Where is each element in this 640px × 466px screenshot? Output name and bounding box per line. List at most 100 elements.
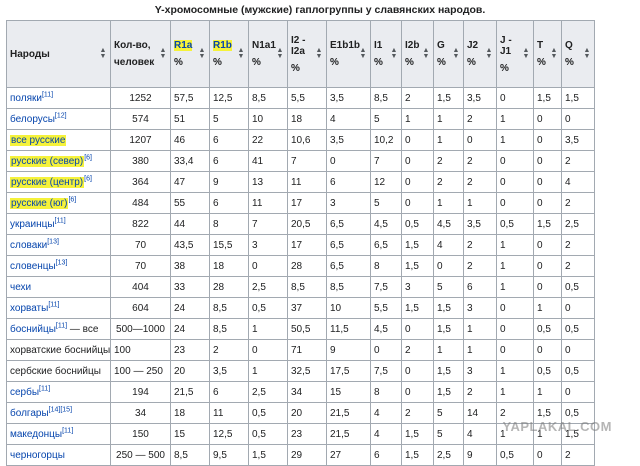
column-header-2[interactable]: R1a% ▲ ▼ <box>170 20 210 88</box>
percent-cell: 2 <box>463 171 497 193</box>
percent-cell: 2,5 <box>561 213 595 235</box>
column-header-12[interactable]: T% ▲ ▼ <box>533 20 562 88</box>
percent-cell: 6,5 <box>370 234 402 256</box>
column-header-9[interactable]: G% ▲ ▼ <box>433 20 464 88</box>
people-link[interactable]: русские (центр) <box>10 176 85 188</box>
reference-link[interactable]: [6] <box>84 154 92 161</box>
table-row: белорусы[12] 574 51 5 10 18 4 5 1 1 2 1 0 0 <box>6 108 595 130</box>
people-link[interactable]: боснийцы <box>10 324 56 335</box>
reference-link[interactable]: [11] <box>48 301 59 308</box>
percent-cell: 2 <box>463 255 497 277</box>
people-link[interactable]: македонцы <box>10 429 62 440</box>
column-header-title: I1 <box>374 40 383 51</box>
column-header-10[interactable]: J2% ▲ ▼ <box>463 20 497 88</box>
haplogroup-table: Народы ▲ ▼ Кол-во, человек ▲ ▼ R1a% ▲ ▼ R1b% ▲ ▼… <box>6 20 595 466</box>
column-header-8[interactable]: I2b% ▲ ▼ <box>401 20 434 88</box>
reference-link[interactable]: [11] <box>56 322 67 329</box>
percent-cell: 20 <box>287 402 327 424</box>
people-link[interactable]: словаки <box>10 240 47 251</box>
percent-cell: 4,5 <box>433 213 464 235</box>
reference-link[interactable]: [11] <box>42 91 53 98</box>
percent-cell: 2 <box>561 150 595 172</box>
people-name-cell: все русские <box>6 129 111 151</box>
sort-arrows-icon[interactable]: ▲ ▼ <box>315 47 323 60</box>
sort-arrows-icon[interactable]: ▲ ▼ <box>522 47 530 60</box>
percent-cell: 1,5 <box>433 87 464 109</box>
people-link[interactable]: чехи <box>10 282 31 293</box>
column-header-5[interactable]: I2 - I2a% ▲ ▼ <box>287 20 327 88</box>
people-link[interactable]: русские (юг) <box>10 197 69 209</box>
people-link[interactable]: белорусы <box>10 114 55 125</box>
sort-arrows-icon[interactable]: ▲ ▼ <box>422 47 430 60</box>
column-header-13[interactable]: Q% ▲ ▼ <box>561 20 595 88</box>
reference-link[interactable]: [6] <box>84 175 92 182</box>
percent-cell: 4 <box>370 402 402 424</box>
reference-link[interactable]: [13] <box>47 238 59 245</box>
percent-cell: 1,5 <box>433 360 464 382</box>
reference-link[interactable]: [13] <box>56 259 68 266</box>
percent-cell: 3 <box>401 276 434 298</box>
reference-link[interactable]: [11] <box>55 217 66 224</box>
people-link[interactable]: сербы <box>10 387 39 398</box>
sort-arrows-icon[interactable]: ▲ ▼ <box>159 47 167 60</box>
percent-cell: 5,5 <box>370 297 402 319</box>
column-header-4[interactable]: N1a1% ▲ ▼ <box>248 20 288 88</box>
column-header-11[interactable]: J - J1% ▲ ▼ <box>496 20 534 88</box>
percent-cell: 1,5 <box>433 318 464 340</box>
count-cell: 194 <box>110 381 171 403</box>
people-link[interactable]: русские (север) <box>10 155 85 167</box>
sort-arrows-icon[interactable]: ▲ ▼ <box>237 47 245 60</box>
column-header-1[interactable]: Кол-во, человек ▲ ▼ <box>110 20 171 88</box>
people-link[interactable]: болгары <box>10 408 49 419</box>
percent-cell: 1 <box>496 108 534 130</box>
reference-link[interactable]: [12] <box>55 112 67 119</box>
reference-link[interactable]: [11] <box>39 385 50 392</box>
column-header-unit: % <box>565 57 574 68</box>
percent-cell: 11,5 <box>326 318 371 340</box>
percent-cell: 2 <box>463 381 497 403</box>
sort-arrows-icon[interactable]: ▲ ▼ <box>359 47 367 60</box>
column-header-6[interactable]: E1b1b% ▲ ▼ <box>326 20 371 88</box>
table-row: словенцы[13] 70 38 18 0 28 6,5 8 1,5 0 2 1 0 2 <box>6 255 595 277</box>
people-link[interactable]: украинцы <box>10 219 55 230</box>
column-header-3[interactable]: R1b% ▲ ▼ <box>209 20 249 88</box>
column-header-unit: человек <box>114 57 155 68</box>
people-link[interactable]: поляки <box>10 93 42 104</box>
percent-cell: 1 <box>496 129 534 151</box>
percent-cell: 44 <box>170 213 210 235</box>
percent-cell: 7 <box>287 150 327 172</box>
people-link[interactable]: все русские <box>10 134 67 146</box>
sort-arrows-icon[interactable]: ▲ ▼ <box>390 47 398 60</box>
reference-link[interactable]: [14][15] <box>49 406 72 413</box>
sort-arrows-icon[interactable]: ▲ ▼ <box>485 47 493 60</box>
people-name: сербские боснийцы <box>10 365 101 377</box>
sort-arrows-icon[interactable]: ▲ ▼ <box>99 47 107 60</box>
column-header-title: G <box>437 40 445 51</box>
percent-cell: 41 <box>248 150 288 172</box>
people-link[interactable]: хорваты <box>10 303 48 314</box>
percent-cell: 2,5 <box>248 276 288 298</box>
sort-arrows-icon[interactable]: ▲ ▼ <box>550 47 558 60</box>
column-header-7[interactable]: I1% ▲ ▼ <box>370 20 402 88</box>
sort-arrows-icon[interactable]: ▲ ▼ <box>452 47 460 60</box>
sort-arrows-icon[interactable]: ▲ ▼ <box>198 47 206 60</box>
percent-cell: 34 <box>287 381 327 403</box>
column-header-unit: % <box>537 57 546 68</box>
sort-arrows-icon[interactable]: ▲ ▼ <box>583 47 591 60</box>
reference-link[interactable]: [6] <box>68 196 76 203</box>
column-header-unit: % <box>467 57 476 68</box>
column-header-0[interactable]: Народы ▲ ▼ <box>6 20 111 88</box>
percent-cell: 0 <box>533 129 562 151</box>
percent-cell: 14 <box>463 402 497 424</box>
table-row: русские (север)[6] 380 33,4 6 41 7 0 7 0 2 2 0 0 2 <box>6 150 595 172</box>
people-link[interactable]: черногорцы <box>10 450 65 461</box>
percent-cell: 18 <box>209 255 249 277</box>
reference-sup: [13] <box>56 259 68 266</box>
people-link[interactable]: словенцы <box>10 261 56 272</box>
reference-link[interactable]: [11] <box>62 427 73 434</box>
percent-cell: 43,5 <box>170 234 210 256</box>
column-header-label: I1% <box>374 40 387 68</box>
percent-cell: 0 <box>248 255 288 277</box>
sort-arrows-icon[interactable]: ▲ ▼ <box>276 47 284 60</box>
column-header-label: G% <box>437 40 449 68</box>
